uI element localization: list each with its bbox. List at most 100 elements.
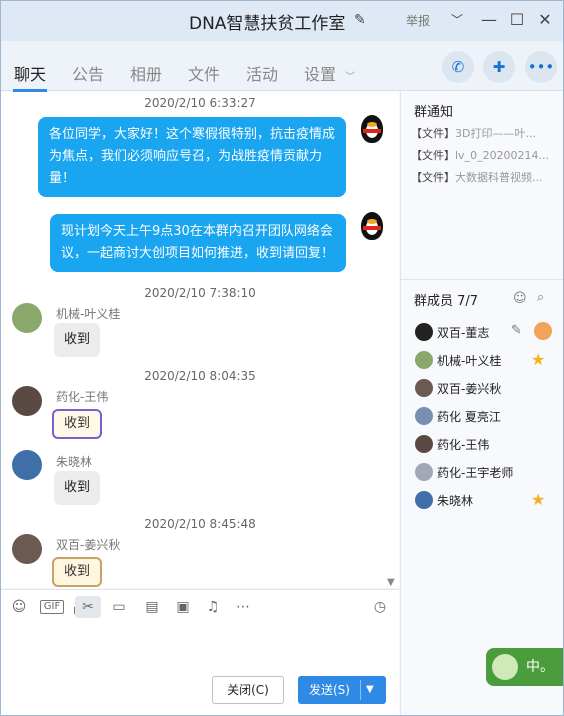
- close-button[interactable]: ✕: [535, 9, 555, 31]
- member-item[interactable]: 朱晓林 ★: [413, 489, 563, 511]
- avatar[interactable]: [12, 303, 42, 333]
- title-bar: DNA智慧扶贫工作室 ✎ 举报 ﹀ — ☐ ✕: [1, 1, 563, 41]
- avatar[interactable]: [12, 450, 42, 480]
- history-icon[interactable]: ◷: [369, 596, 391, 618]
- tab-announcement[interactable]: 公告: [72, 61, 104, 85]
- emoji-icon[interactable]: ☺: [8, 596, 30, 618]
- search-icon[interactable]: ⌕: [537, 290, 544, 305]
- maximize-button[interactable]: ☐: [507, 9, 527, 31]
- tab-settings-label: 设置: [304, 65, 337, 84]
- gif-icon[interactable]: GIF: [40, 600, 64, 614]
- group-side-panel: 群通知 【文件】3D打印——叶... 【文件】lv_0_20200214... …: [400, 92, 563, 715]
- avatar: [415, 463, 433, 481]
- self-avatar[interactable]: [357, 114, 387, 144]
- member-item[interactable]: 药化 夏亮江: [413, 405, 563, 427]
- avatar: [415, 407, 433, 425]
- tab-files[interactable]: 文件: [188, 61, 220, 85]
- tab-settings[interactable]: 设置 ﹀: [304, 61, 355, 85]
- window-title: DNA智慧扶贫工作室: [189, 14, 346, 34]
- sender-name: 朱晓林: [56, 455, 93, 469]
- message-bubble[interactable]: 收到: [52, 557, 102, 587]
- group-notice-title: 群通知: [414, 105, 454, 120]
- notice-item[interactable]: 【文件】3D打印——叶...: [411, 125, 561, 141]
- message-bubble[interactable]: 收到: [54, 323, 101, 357]
- sender-name: 药化-王伟: [56, 390, 109, 404]
- sender-name: 机械-叶义桂: [56, 307, 121, 321]
- send-button[interactable]: 发送(S) ▼: [298, 676, 386, 704]
- message-timestamp: 2020/2/10 7:38:10: [144, 286, 256, 300]
- tab-activity[interactable]: 活动: [246, 61, 278, 85]
- member-name: 朱晓林: [437, 494, 474, 508]
- message-timestamp: 2020/2/10 8:04:35: [144, 369, 256, 383]
- scroll-down-icon[interactable]: ▼: [387, 577, 395, 588]
- star-icon: ★: [531, 490, 546, 509]
- chevron-down-icon[interactable]: ▼: [366, 676, 374, 704]
- ime-toolbar[interactable]: 中。: [486, 648, 563, 686]
- folder-icon[interactable]: ▭: [108, 596, 130, 618]
- notice-name: lv_0_20200214...: [455, 149, 550, 162]
- message-bubble-self[interactable]: 各位同学，大家好！这个寒假很特别，抗击疫情成为焦点，我们必须响应号召，为战胜疫情…: [38, 117, 346, 197]
- tab-bar: 聊天 公告 相册 文件 活动 设置 ﹀ ✆ ✚ •••: [1, 41, 563, 92]
- input-toolbar: ☺ GIF ▶ ✂ ▭ ▤ ▣ ♫ ⋯ ◷: [1, 589, 399, 623]
- bell-icon[interactable]: ♫: [202, 596, 224, 618]
- chat-message-area[interactable]: 2020/2/10 6:33:27 各位同学，大家好！这个寒假很特别，抗击疫情成…: [1, 92, 399, 588]
- message-bubble[interactable]: 收到: [52, 409, 102, 439]
- minimize-button[interactable]: —: [479, 9, 499, 31]
- member-name: 双百-姜兴秋: [437, 382, 502, 396]
- member-name: 机械-叶义桂: [437, 354, 502, 368]
- more-icon[interactable]: ⋯: [232, 596, 254, 618]
- member-name: 药化-王宇老师: [437, 466, 514, 480]
- screenshot-icon[interactable]: ✂: [75, 596, 101, 618]
- avatar[interactable]: [12, 534, 42, 564]
- member-item[interactable]: 双百-姜兴秋: [413, 377, 563, 399]
- avatar: [415, 379, 433, 397]
- add-app-icon[interactable]: ✚: [483, 51, 515, 83]
- message-timestamp: 2020/2/10 8:45:48: [144, 517, 256, 531]
- notice-item[interactable]: 【文件】lv_0_20200214...: [411, 147, 561, 163]
- flower-icon: [492, 654, 518, 680]
- message-timestamp: 2020/2/10 6:33:27: [144, 96, 256, 110]
- notice-tag: 【文件】: [411, 171, 455, 184]
- send-label: 发送(S): [309, 683, 350, 697]
- star-icon: ★: [531, 350, 546, 369]
- avatar: [415, 351, 433, 369]
- notice-name: 3D打印——叶...: [455, 127, 536, 140]
- avatar: [415, 491, 433, 509]
- chevron-down-icon: ﹀: [345, 72, 356, 83]
- picture-icon[interactable]: ▣: [172, 596, 194, 618]
- member-item[interactable]: 药化-王宇老师: [413, 461, 563, 483]
- sender-name: 双百-姜兴秋: [56, 538, 121, 552]
- edit-icon[interactable]: ✎: [354, 13, 368, 27]
- divider: [360, 680, 361, 700]
- image-file-icon[interactable]: ▤: [141, 596, 163, 618]
- member-name: 双百-董志: [437, 326, 490, 340]
- report-link[interactable]: 举报: [406, 12, 430, 29]
- qq-group-chat-window: DNA智慧扶贫工作室 ✎ 举报 ﹀ — ☐ ✕ 聊天 公告 相册 文件 活动 设…: [0, 0, 564, 716]
- tab-album[interactable]: 相册: [130, 61, 162, 85]
- notice-tag: 【文件】: [411, 127, 455, 140]
- close-button[interactable]: 关闭(C): [212, 676, 284, 704]
- notice-tag: 【文件】: [411, 149, 455, 162]
- tab-chat[interactable]: 聊天: [14, 61, 46, 85]
- ime-label: 中。: [526, 659, 554, 675]
- member-name: 药化 夏亮江: [437, 410, 501, 424]
- message-bubble[interactable]: 收到: [54, 471, 101, 505]
- avatar: [415, 435, 433, 453]
- member-item[interactable]: 药化-王伟: [413, 433, 563, 455]
- chevron-down-icon[interactable]: ﹀: [447, 9, 467, 31]
- self-avatar[interactable]: [357, 211, 387, 241]
- edit-icon[interactable]: ✎: [511, 323, 522, 338]
- notice-item[interactable]: 【文件】大数据科普视频...: [411, 169, 561, 185]
- message-bubble-self[interactable]: 现计划今天上午9点30在本群内召开团队网络会议，一起商讨大创项目如何推进，收到请…: [50, 214, 346, 272]
- owner-icon: [534, 322, 552, 340]
- member-search-alt-icon[interactable]: ☺: [513, 291, 527, 306]
- avatar: [415, 323, 433, 341]
- member-name: 药化-王伟: [437, 438, 490, 452]
- avatar[interactable]: [12, 386, 42, 416]
- notice-name: 大数据科普视频...: [455, 171, 543, 184]
- phone-icon[interactable]: ✆: [442, 51, 474, 83]
- more-icon[interactable]: •••: [525, 51, 557, 83]
- member-item[interactable]: 双百-董志 ✎: [413, 321, 563, 343]
- member-item[interactable]: 机械-叶义桂 ★: [413, 349, 563, 371]
- message-input[interactable]: 关闭(C) 发送(S) ▼: [1, 623, 399, 715]
